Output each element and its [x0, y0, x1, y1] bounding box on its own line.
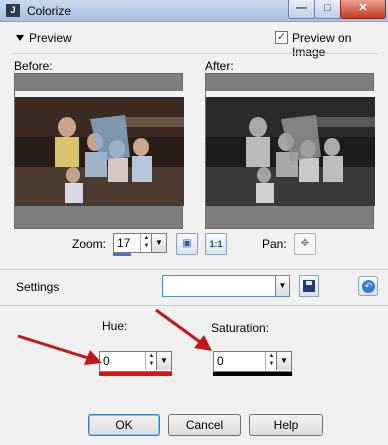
checkmark-icon: ✓: [276, 31, 287, 43]
zoom-actual-size-button[interactable]: 1:1: [205, 233, 227, 255]
minimize-button[interactable]: —: [288, 0, 315, 19]
pan-button[interactable]: ✥: [294, 233, 316, 255]
floppy-disk-icon: [303, 280, 315, 292]
save-preset-button[interactable]: [299, 275, 319, 297]
zoom-dropdown-button[interactable]: ▼: [151, 234, 166, 252]
divider: [12, 53, 377, 54]
hue-color-bar[interactable]: [99, 372, 172, 376]
pan-label: Pan:: [262, 237, 287, 251]
divider: [0, 269, 388, 270]
close-button[interactable]: ✕: [340, 0, 386, 19]
app-icon: J: [6, 4, 20, 17]
window-title: Colorize: [27, 4, 72, 18]
chevron-down-icon: ▼: [280, 356, 288, 365]
close-icon: ✕: [358, 2, 368, 14]
fit-window-icon: ▣: [182, 238, 192, 249]
before-preview[interactable]: [14, 73, 184, 229]
preview-toggle-label: Preview: [29, 31, 72, 45]
zoom-spinner[interactable]: 17 ▲ ▼ ▼: [113, 233, 167, 253]
collapse-triangle-icon: [16, 35, 24, 41]
zoom-slider-indicator: [113, 253, 131, 256]
reset-arrow-icon: ↶: [362, 280, 375, 293]
preview-on-image-checkbox[interactable]: ✓: [275, 31, 288, 44]
reset-button[interactable]: ↶: [358, 276, 378, 296]
saturation-value[interactable]: 0: [217, 354, 224, 368]
minimize-icon: —: [296, 2, 307, 14]
preview-on-image-label[interactable]: Preview on Image: [292, 31, 388, 59]
cancel-button[interactable]: Cancel: [168, 414, 241, 436]
saturation-spinner[interactable]: 0 ▲ ▼ ▼: [213, 351, 292, 372]
move-icon: ✥: [300, 238, 310, 249]
chevron-down-icon: ▼: [160, 356, 168, 365]
maximize-icon: □: [324, 2, 331, 14]
help-button[interactable]: Help: [249, 414, 323, 436]
chevron-down-icon: ▼: [155, 238, 163, 247]
before-photo: [15, 91, 184, 206]
saturation-dropdown-button[interactable]: ▼: [276, 352, 291, 370]
preset-combobox[interactable]: ▼: [162, 275, 290, 297]
preset-dropdown-button[interactable]: ▼: [275, 276, 289, 296]
chevron-down-icon: ▼: [278, 281, 287, 290]
actual-size-icon: 1:1: [209, 239, 223, 249]
maximize-button[interactable]: □: [314, 0, 341, 19]
after-photo: [206, 91, 375, 206]
preview-toggle[interactable]: Preview: [16, 31, 72, 45]
after-preview[interactable]: [205, 73, 375, 229]
ok-button[interactable]: OK: [88, 414, 160, 436]
annotation-arrow-icon: [17, 334, 102, 365]
settings-label: Settings: [16, 280, 60, 294]
saturation-label: Saturation:: [211, 321, 270, 335]
saturation-color-bar[interactable]: [213, 372, 292, 376]
after-label: After:: [205, 59, 234, 73]
annotation-arrow-icon: [155, 308, 212, 351]
zoom-value[interactable]: 17: [117, 236, 130, 250]
title-bar: J Colorize — □ ✕: [0, 0, 388, 22]
before-label: Before:: [14, 59, 53, 73]
zoom-label: Zoom:: [72, 237, 107, 251]
zoom-to-fit-button[interactable]: ▣: [176, 233, 198, 255]
